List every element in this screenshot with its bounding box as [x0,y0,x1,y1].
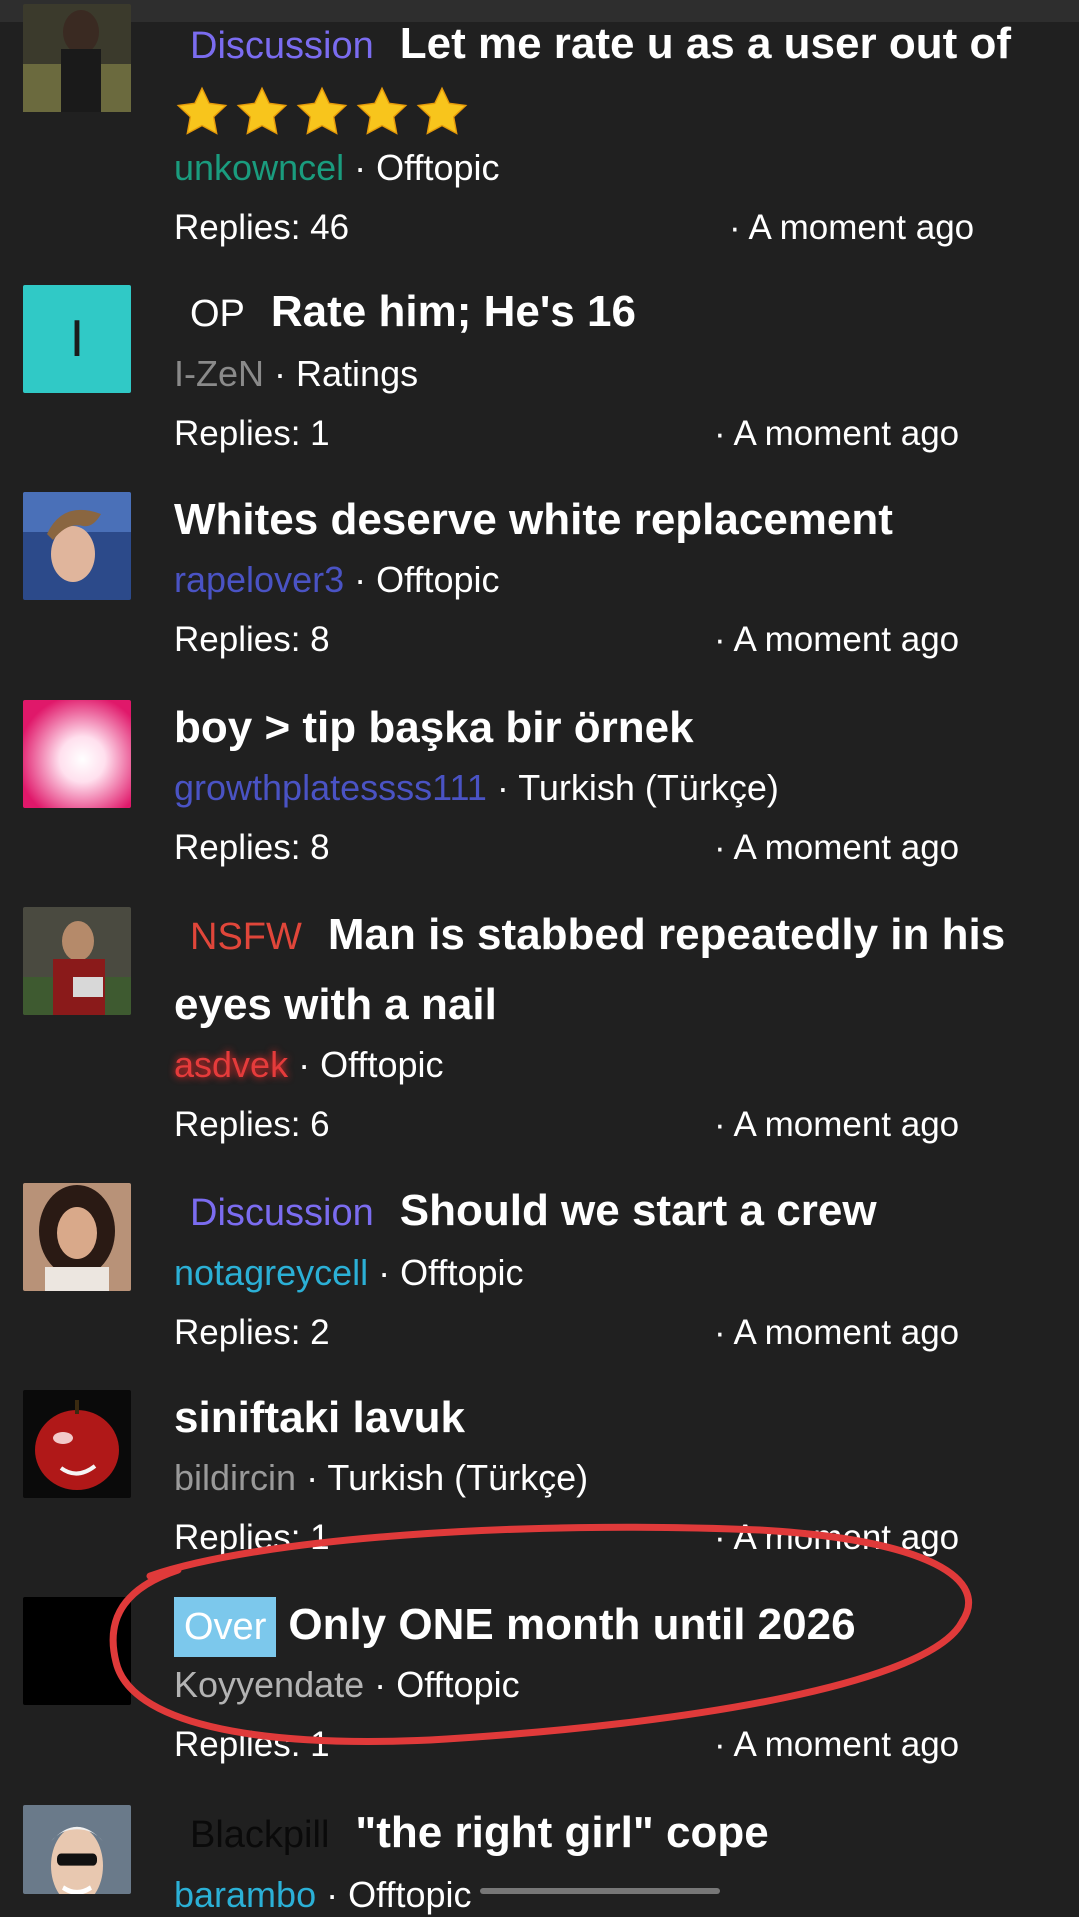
star-icon [176,86,228,135]
thread-title[interactable]: Should we start a crew [400,1186,877,1235]
avatar[interactable] [23,492,131,600]
thread-time: · A moment ago [714,620,960,659]
thread-title[interactable]: Whites deserve white replacement [174,495,893,544]
separator: · [274,353,287,394]
thread-time: · A moment ago [714,1518,960,1557]
avatar[interactable] [23,1183,131,1291]
reply-count: Replies: 6 [174,1105,330,1144]
star-icon [236,86,288,135]
avatar[interactable] [23,700,131,808]
separator: · [354,147,367,188]
rating-stars [174,82,1049,142]
thread-tag[interactable]: Blackpill [190,1814,329,1856]
thread-category[interactable]: Offtopic [396,1664,519,1705]
avatar-letter: I [69,310,85,368]
thread-author[interactable]: growthplatessss111 [174,767,487,808]
thread-time: · A moment ago [714,414,960,453]
thread-tag[interactable]: NSFW [190,916,302,958]
reply-count: Replies: 1 [174,1725,330,1764]
star-icon [416,86,468,135]
thread-tag[interactable]: Over [174,1597,277,1657]
thread-author[interactable]: I-ZeN [174,353,264,394]
thread-author[interactable]: notagreycell [174,1252,368,1293]
thread-category[interactable]: Offtopic [320,1044,443,1085]
separator: · [298,1044,311,1085]
star-icon [296,86,348,135]
scroll-indicator[interactable] [480,1888,720,1894]
thread-time: · A moment ago [714,1313,960,1352]
thread-title[interactable]: Rate him; He's 16 [271,287,636,336]
separator: · [306,1457,319,1498]
reply-count: Replies: 1 [174,414,330,453]
thread-time: · A moment ago [729,208,975,247]
thread-author[interactable]: barambo [174,1874,316,1915]
thread-category[interactable]: Offtopic [348,1874,471,1915]
thread-time: · A moment ago [714,1105,960,1144]
reply-count: Replies: 46 [174,208,350,247]
thread-title[interactable]: boy > tip başka bir örnek [174,703,694,752]
thread-title[interactable]: Only ONE month until 2026 [288,1600,855,1649]
avatar[interactable] [23,1597,131,1705]
avatar[interactable] [23,1805,131,1894]
thread-title[interactable]: Let me rate u as a user out of [400,19,1011,68]
thread-title[interactable]: "the right girl" cope [355,1808,768,1857]
thread-category[interactable]: Turkish (Türkçe) [327,1457,588,1498]
thread-author[interactable]: rapelover3 [174,559,344,600]
thread-category[interactable]: Offtopic [400,1252,523,1293]
reply-count: Replies: 8 [174,828,330,867]
separator: · [326,1874,339,1915]
thread-author[interactable]: bildircin [174,1457,296,1498]
thread-tag[interactable]: Discussion [190,25,374,67]
thread-time: · A moment ago [714,1725,960,1764]
thread-category[interactable]: Offtopic [376,559,499,600]
thread-time: · A moment ago [714,828,960,867]
thread-category[interactable]: Turkish (Türkçe) [518,767,779,808]
avatar[interactable] [23,4,131,117]
thread-tag[interactable]: Discussion [190,1192,374,1234]
thread-category[interactable]: Offtopic [376,147,499,188]
avatar[interactable] [23,907,131,1015]
reply-count: Replies: 1 [174,1518,330,1557]
thread-author[interactable]: unkowncel [174,147,344,188]
reply-count: Replies: 8 [174,620,330,659]
thread-author[interactable]: Koyyendate [174,1664,364,1705]
thread-author[interactable]: asdvek [174,1044,288,1085]
separator: · [354,559,367,600]
avatar[interactable]: I [23,285,131,393]
thread-category[interactable]: Ratings [296,353,418,394]
avatar[interactable] [23,1390,131,1498]
star-icon [356,86,408,135]
reply-count: Replies: 2 [174,1313,330,1352]
separator: · [374,1664,387,1705]
separator: · [496,767,509,808]
separator: · [378,1252,391,1293]
thread-title[interactable]: siniftaki lavuk [174,1393,465,1442]
thread-tag[interactable]: OP [190,293,245,335]
